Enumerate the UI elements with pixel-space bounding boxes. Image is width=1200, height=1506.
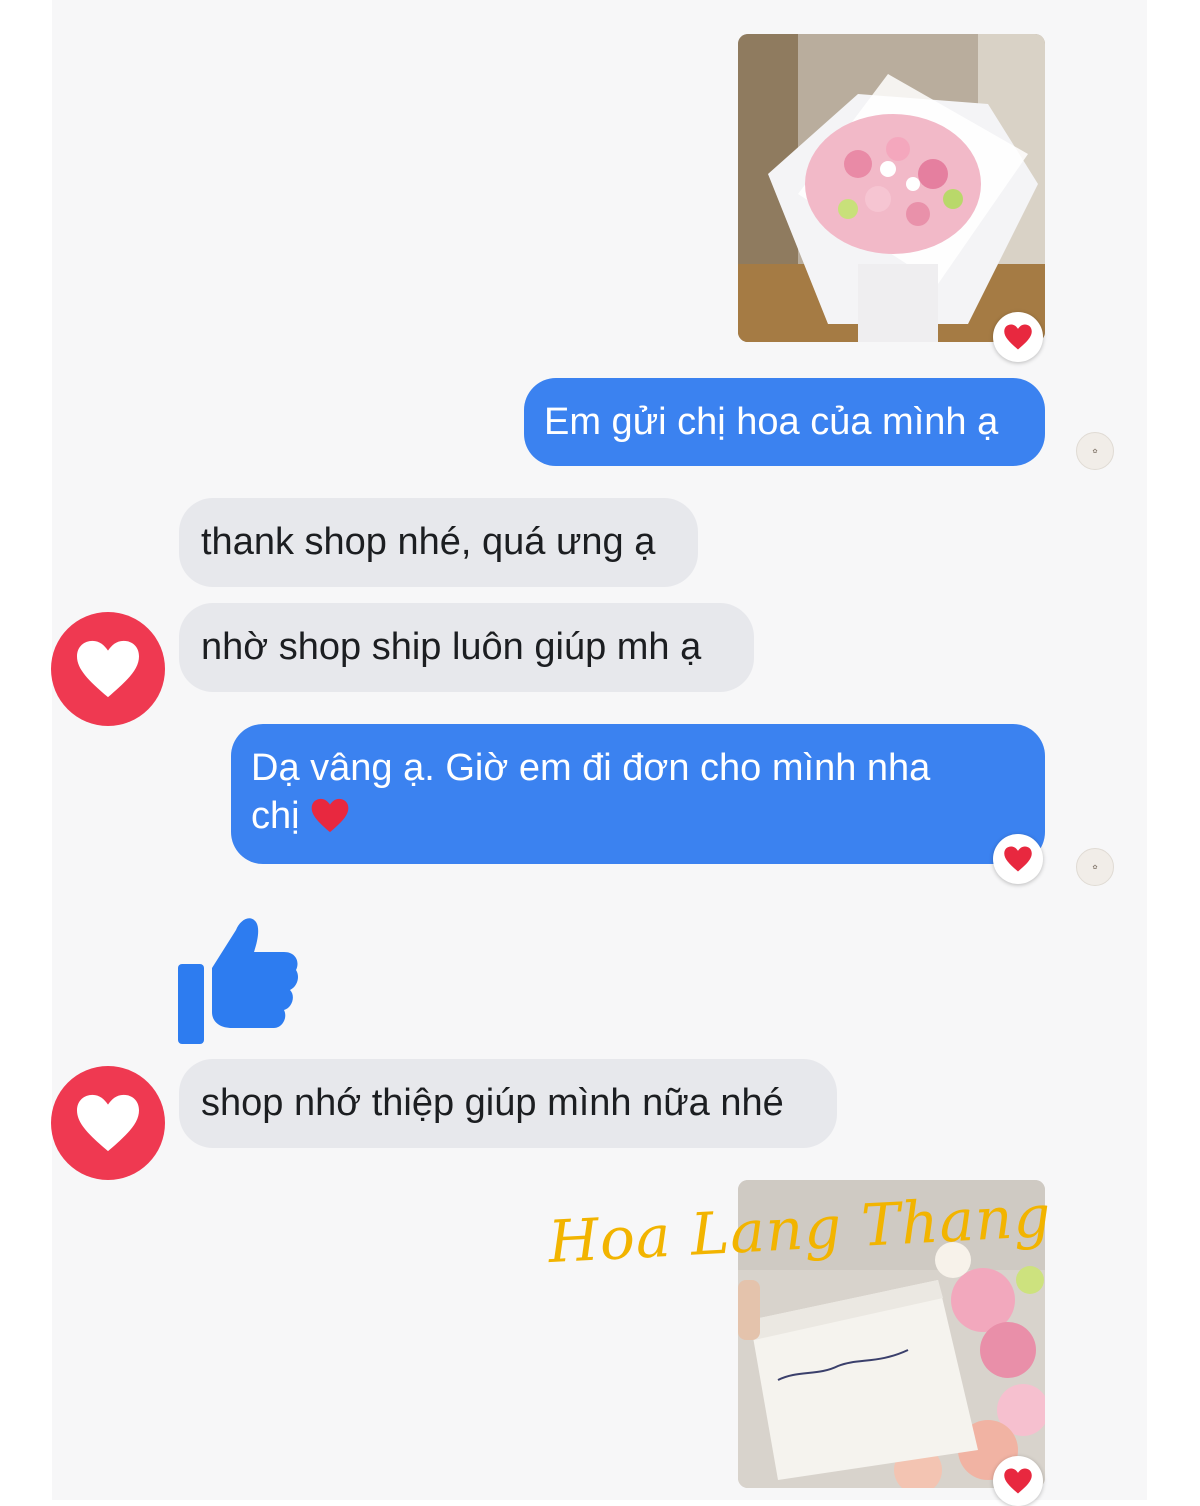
sender-avatar[interactable] — [51, 612, 165, 726]
incoming-message[interactable]: shop nhớ thiệp giúp mình nữa nhé — [179, 1059, 837, 1148]
outgoing-message[interactable]: Em gửi chị hoa của mình ạ — [524, 378, 1045, 466]
seen-avatar: ✿ — [1076, 848, 1114, 886]
thumbs-up-icon — [178, 918, 298, 1044]
heart-reaction[interactable] — [993, 834, 1043, 884]
heart-icon — [1004, 846, 1032, 872]
incoming-message[interactable]: nhờ shop ship luôn giúp mh ạ — [179, 603, 754, 692]
heart-emoji-icon — [311, 798, 349, 833]
heart-icon — [1004, 1468, 1032, 1494]
message-text-line-1: Dạ vâng ạ. Giờ em đi đơn cho mình nha — [251, 747, 931, 789]
sender-avatar[interactable] — [51, 1066, 165, 1180]
photo-message-bouquet[interactable] — [738, 34, 1045, 342]
outgoing-message[interactable]: Dạ vâng ạ. Giờ em đi đơn cho mình nha ch… — [231, 724, 1045, 864]
message-text-line-2: chị — [251, 792, 1045, 840]
incoming-message[interactable]: thank shop nhé, quá ưng ạ — [179, 498, 698, 587]
message-text: shop nhớ thiệp giúp mình nữa nhé — [201, 1082, 784, 1124]
seen-avatar: ✿ — [1076, 432, 1114, 470]
heart-icon — [77, 1094, 139, 1152]
message-text: Em gửi chị hoa của mình ạ — [544, 401, 999, 443]
heart-icon — [77, 640, 139, 698]
message-text: nhờ shop ship luôn giúp mh ạ — [201, 626, 702, 668]
message-text: thank shop nhé, quá ưng ạ — [201, 521, 656, 563]
like-sticker[interactable] — [178, 912, 300, 1044]
heart-reaction[interactable] — [993, 312, 1043, 362]
heart-icon — [1004, 324, 1032, 350]
heart-reaction[interactable] — [993, 1456, 1043, 1506]
bouquet-photo-image — [738, 34, 1045, 342]
